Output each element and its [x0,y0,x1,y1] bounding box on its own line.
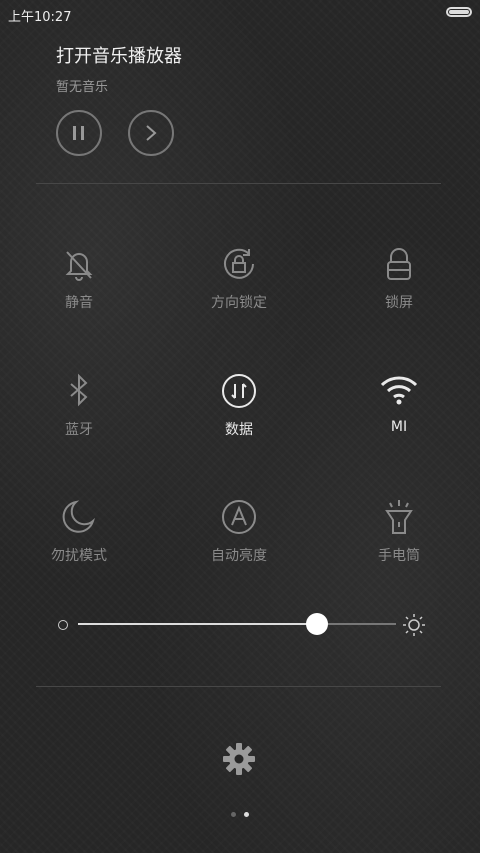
toggle-lock-screen[interactable]: 锁屏 [339,244,459,312]
divider-bottom [36,686,441,687]
page-dot-1 [231,812,236,817]
chevron-right-icon [146,125,157,141]
toggle-mute[interactable]: 静音 [19,244,139,312]
music-title[interactable]: 打开音乐播放器 [56,42,436,68]
toggle-mobile-data[interactable]: 数据 [179,371,299,439]
settings-gear-icon[interactable] [222,742,256,776]
toggle-lock-screen-label: 锁屏 [385,295,413,311]
mobile-data-icon [222,374,256,408]
toggle-flashlight-label: 手电筒 [378,548,420,564]
toggle-rotation-lock[interactable]: 方向锁定 [179,244,299,312]
bell-mute-icon [65,251,93,281]
music-widget[interactable]: 打开音乐播放器 暂无音乐 [56,42,436,95]
toggle-mute-label: 静音 [65,295,93,311]
moon-icon [62,500,95,533]
toggle-auto-brightness-label: 自动亮度 [211,548,267,564]
pause-icon [73,126,84,140]
status-time: 上午10:27 [8,10,72,25]
toggle-mobile-data-label: 数据 [225,422,253,438]
brightness-high-icon [403,614,425,636]
toggle-bluetooth-label: 蓝牙 [65,422,93,438]
bluetooth-icon [70,373,88,407]
brightness-slider[interactable] [56,610,426,640]
toggle-flashlight[interactable]: 手电筒 [339,497,459,565]
toggle-auto-brightness[interactable]: 自动亮度 [179,497,299,565]
toggle-do-not-disturb[interactable]: 勿扰模式 [19,497,139,565]
divider-top [36,183,441,184]
rotation-lock-icon [224,248,254,279]
toggle-wifi[interactable]: MI [339,371,459,435]
brightness-fill [78,623,317,625]
flashlight-icon [385,500,413,534]
lock-icon [387,248,411,280]
page-indicator [0,812,480,817]
music-controls [56,110,174,156]
pause-button[interactable] [56,110,102,156]
toggle-bluetooth[interactable]: 蓝牙 [19,371,139,439]
status-bar: 上午10:27 [0,0,480,26]
music-subtitle: 暂无音乐 [56,80,109,95]
toggle-rotation-lock-label: 方向锁定 [211,295,267,311]
battery-icon [446,7,472,17]
brightness-track[interactable] [78,613,396,635]
wifi-icon [380,376,418,405]
brightness-low-icon [58,620,68,630]
toggle-do-not-disturb-label: 勿扰模式 [51,548,107,564]
next-button[interactable] [128,110,174,156]
page-dot-2 [244,812,249,817]
brightness-thumb[interactable] [305,613,328,635]
auto-brightness-icon [222,500,256,534]
toggle-wifi-label: MI [390,419,408,435]
